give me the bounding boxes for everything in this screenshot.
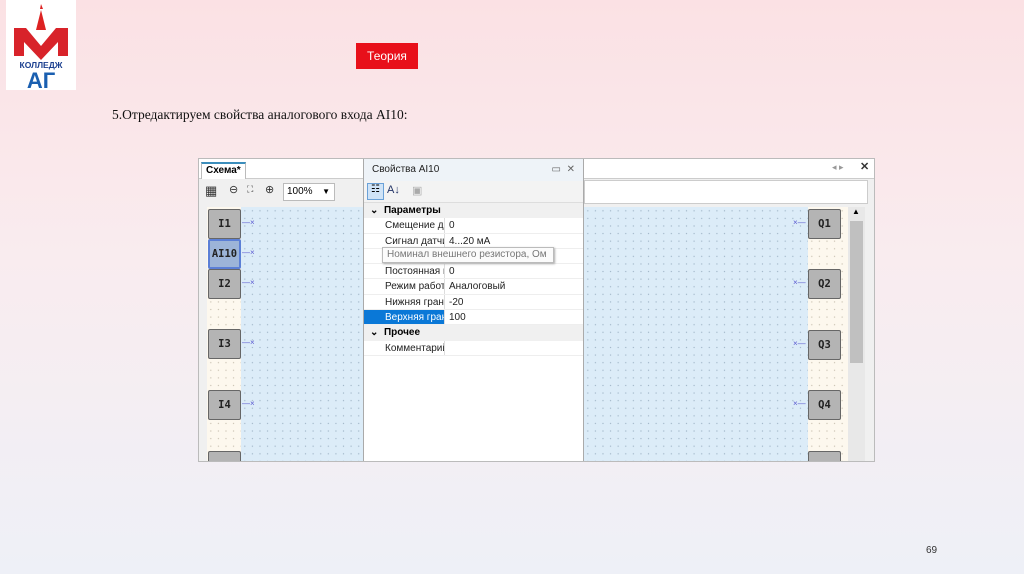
property-row[interactable]: Постоянная времени0 [364,264,583,280]
input-block[interactable]: I4 [208,390,241,420]
categorized-icon[interactable]: ☷ [367,183,384,200]
input-block[interactable]: I2 [208,269,241,299]
property-label: Смещение десятичной точки [385,220,444,232]
pin-icon[interactable]: ×— [793,278,806,287]
property-group[interactable]: ⌄ Параметры [364,203,583,219]
property-label: Комментарий [385,342,444,354]
property-label: Верхняя граница [364,310,444,325]
pin-icon[interactable]: —× [242,278,255,287]
property-label: Постоянная времени [385,266,444,278]
output-block[interactable]: Q3 [808,330,841,360]
close-icon[interactable]: ✕ [860,160,869,173]
property-row[interactable]: Верхняя граница100 [364,310,583,326]
chevron-down-icon: ▼ [322,187,330,196]
zoom-value: 100% [287,186,313,197]
scroll-tabs-icon[interactable]: ◂ ▸ [832,162,844,173]
property-row[interactable]: Комментарий [364,340,583,356]
pin-icon[interactable]: ×— [793,339,806,348]
property-value[interactable]: -20 [444,294,463,310]
output-block[interactable]: Q2 [808,269,841,299]
output-block[interactable]: Q5 [808,451,841,461]
tooltip: Номинал внешнего резистора, Ом [382,247,554,263]
input-block[interactable]: AI10 [208,239,241,269]
pin-icon[interactable]: ×— [793,399,806,408]
zoom-out-icon[interactable]: ⊖ [229,183,238,196]
property-row[interactable]: Нижняя граница-20 [364,294,583,311]
maximize-icon[interactable]: ▭ [552,159,561,181]
property-row[interactable]: Смещение десятичной точки0 [364,218,583,234]
input-block[interactable]: I1 [208,209,241,239]
property-row[interactable]: Режим работы входаАналоговый [364,279,583,295]
group-label: Параметры [383,205,441,216]
pin-icon[interactable]: —× [242,460,255,461]
property-value[interactable]: 4...20 мА [444,233,490,248]
property-pages-icon[interactable]: ▣ [412,184,422,197]
pin-icon[interactable]: ×— [793,460,806,461]
group-label: Прочее [383,327,421,339]
properties-header: Свойства AI10 ▭ ✕ [364,159,583,181]
property-value[interactable]: 0 [444,264,455,279]
zoom-fit-icon[interactable]: ⛶ [247,184,253,195]
output-block[interactable]: Q4 [808,390,841,420]
property-value[interactable] [444,340,449,355]
scrollbar-thumb[interactable] [850,221,863,363]
schema-canvas-right[interactable] [584,207,808,461]
zoom-in-icon[interactable]: ⊕ [265,183,274,196]
svg-text:АГ: АГ [27,68,56,90]
sort-az-icon[interactable]: A↓ [387,184,400,196]
slide-heading: 5.Отредактируем свойства аналогового вхо… [112,107,408,122]
chevron-down-icon: ⌄ [370,205,379,216]
property-value[interactable]: 100 [444,310,466,325]
property-value[interactable]: Аналоговый [444,279,505,294]
grid-icon[interactable]: ▦ [205,183,217,199]
properties-title: Свойства AI10 [372,164,440,175]
property-label: Нижняя граница [385,296,444,308]
app-window: Схема* ◂ ▸ ✕ ▦ ⊖ ⛶ ⊕ 100% ▼ ▲ I1 —× AI10 —× I… [198,158,875,462]
input-block[interactable]: I5 [208,451,241,461]
pin-icon[interactable]: —× [242,399,255,408]
vertical-scrollbar[interactable]: ▲ [848,207,865,461]
pin-icon[interactable]: ×— [793,218,806,227]
pin-icon[interactable]: —× [242,338,255,347]
properties-panel: Свойства AI10 ▭ ✕ ☷ A↓ ▣ ⌄ Параметры Смещ… [363,159,584,461]
scroll-up-icon[interactable]: ▲ [852,207,860,216]
page-number: 69 [926,545,938,556]
close-panel-icon[interactable]: ✕ [567,159,575,181]
chevron-down-icon: ⌄ [370,327,379,339]
college-logo: КОЛЛЕДЖ АГ [6,0,76,93]
zoom-select[interactable]: 100% ▼ [283,183,335,201]
properties-toolbar: ☷ A↓ ▣ [364,181,583,203]
property-group[interactable]: ⌄ Прочее [364,325,583,341]
schema-canvas-left[interactable] [241,207,363,461]
tab-schema[interactable]: Схема* [201,162,246,179]
property-label: Режим работы входа [385,281,444,293]
property-label: Сигнал датчика [385,235,444,247]
toolbar-empty [584,180,868,204]
pin-icon[interactable]: —× [242,218,255,227]
input-block[interactable]: I3 [208,329,241,359]
theory-badge[interactable]: Теория [356,43,418,69]
property-value[interactable]: 0 [444,218,455,233]
pin-icon[interactable]: —× [242,248,255,257]
output-block[interactable]: Q1 [808,209,841,239]
